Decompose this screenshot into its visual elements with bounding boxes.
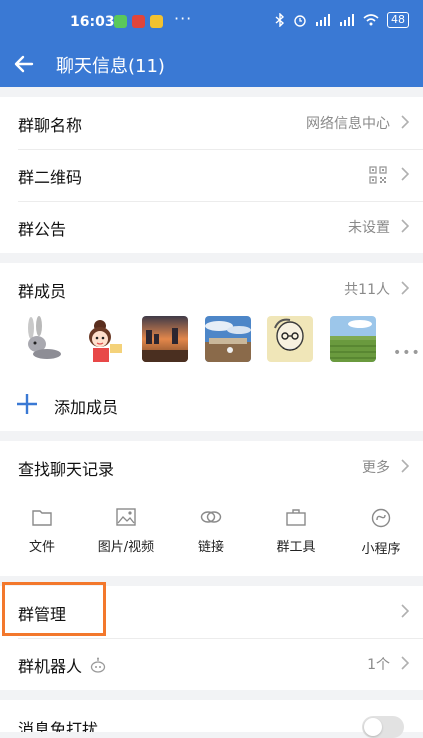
tool-mini-programs-label: 小程序 xyxy=(361,542,401,557)
robot-icon xyxy=(90,657,106,673)
tool-links[interactable]: 链接 xyxy=(176,508,246,555)
tool-images[interactable]: 图片/视频 xyxy=(91,508,161,555)
mini-program-icon xyxy=(371,508,391,528)
group-members-row[interactable]: 群成员 共11人 xyxy=(0,263,423,315)
search-history-label: 查找聊天记录 xyxy=(18,460,115,479)
member-count: 共11人 xyxy=(344,282,390,298)
image-icon xyxy=(116,508,136,526)
tool-group-tools[interactable]: 群工具 xyxy=(261,508,331,555)
app-bar: 聊天信息(11) xyxy=(0,44,423,87)
group-notice-value: 未设置 xyxy=(348,220,390,236)
more-notifications-icon: ··· xyxy=(174,9,193,28)
avatar[interactable] xyxy=(205,316,251,362)
signal-icon-2 xyxy=(340,14,354,26)
app-notification-icon xyxy=(132,15,145,28)
chevron-right-icon xyxy=(401,115,409,129)
mute-toggle[interactable] xyxy=(362,716,404,738)
group-name-value: 网络信息中心 xyxy=(306,116,390,132)
status-icons: 48 xyxy=(275,12,409,28)
chevron-right-icon xyxy=(401,604,409,618)
chevron-right-icon xyxy=(401,167,409,181)
tool-group-tools-label: 群工具 xyxy=(276,540,316,555)
group-name-label: 群聊名称 xyxy=(18,116,83,135)
signal-icon xyxy=(316,14,330,26)
more-members-icon[interactable]: ••• xyxy=(393,345,421,361)
chevron-right-icon xyxy=(401,281,409,295)
mute-label: 消息免打扰 xyxy=(18,720,99,732)
group-notice-row[interactable]: 群公告 未设置 xyxy=(0,201,423,253)
qr-code-icon xyxy=(369,166,387,184)
toggle-knob xyxy=(364,718,382,736)
add-member-label: 添加成员 xyxy=(54,398,119,417)
tool-links-label: 链接 xyxy=(197,540,224,555)
tool-mini-programs[interactable]: 小程序 xyxy=(346,508,416,557)
tool-files[interactable]: 文件 xyxy=(7,508,77,555)
avatar[interactable] xyxy=(17,316,63,362)
avatar[interactable] xyxy=(267,316,313,362)
group-qr-row[interactable]: 群二维码 xyxy=(0,149,423,201)
page-title: 聊天信息(11) xyxy=(56,56,165,77)
wechat-notification-icon xyxy=(114,15,127,28)
chevron-right-icon xyxy=(401,459,409,473)
add-member-row[interactable]: 添加成员 xyxy=(0,379,423,431)
avatar[interactable] xyxy=(80,316,126,362)
news-notification-icon xyxy=(150,15,163,28)
tool-files-label: 文件 xyxy=(28,540,55,555)
link-icon xyxy=(200,511,222,523)
group-members-label: 群成员 xyxy=(18,282,67,301)
wifi-icon xyxy=(363,14,379,26)
folder-icon xyxy=(32,510,52,526)
group-bot-row[interactable]: 群机器人 1个 xyxy=(0,638,423,690)
status-time: 16:03 xyxy=(70,14,115,30)
group-notice-label: 群公告 xyxy=(18,220,67,239)
toolbox-icon xyxy=(286,509,306,526)
chevron-right-icon xyxy=(401,656,409,670)
group-name-row[interactable]: 群聊名称 网络信息中心 xyxy=(0,97,423,149)
group-info-section: 群聊名称 网络信息中心 群二维码 群公告 未设置 xyxy=(0,97,423,253)
back-arrow-icon[interactable] xyxy=(12,52,36,76)
alarm-icon xyxy=(294,15,306,27)
group-bot-label: 群机器人 xyxy=(18,657,83,676)
search-history-row[interactable]: 查找聊天记录 更多 xyxy=(0,441,423,493)
avatar[interactable] xyxy=(142,316,188,362)
group-bot-count: 1个 xyxy=(367,657,390,673)
status-bar: 16:03 ··· 48 xyxy=(0,0,423,44)
plus-icon xyxy=(17,394,37,414)
history-more: 更多 xyxy=(362,460,390,476)
chevron-right-icon xyxy=(401,219,409,233)
highlight-box xyxy=(2,582,106,636)
group-qr-label: 群二维码 xyxy=(18,168,83,187)
tool-images-label: 图片/视频 xyxy=(97,540,155,555)
settings-section: 消息免打扰 xyxy=(0,700,423,732)
avatar[interactable] xyxy=(330,316,376,362)
bluetooth-icon xyxy=(275,13,285,27)
battery-indicator: 48 xyxy=(387,12,409,28)
